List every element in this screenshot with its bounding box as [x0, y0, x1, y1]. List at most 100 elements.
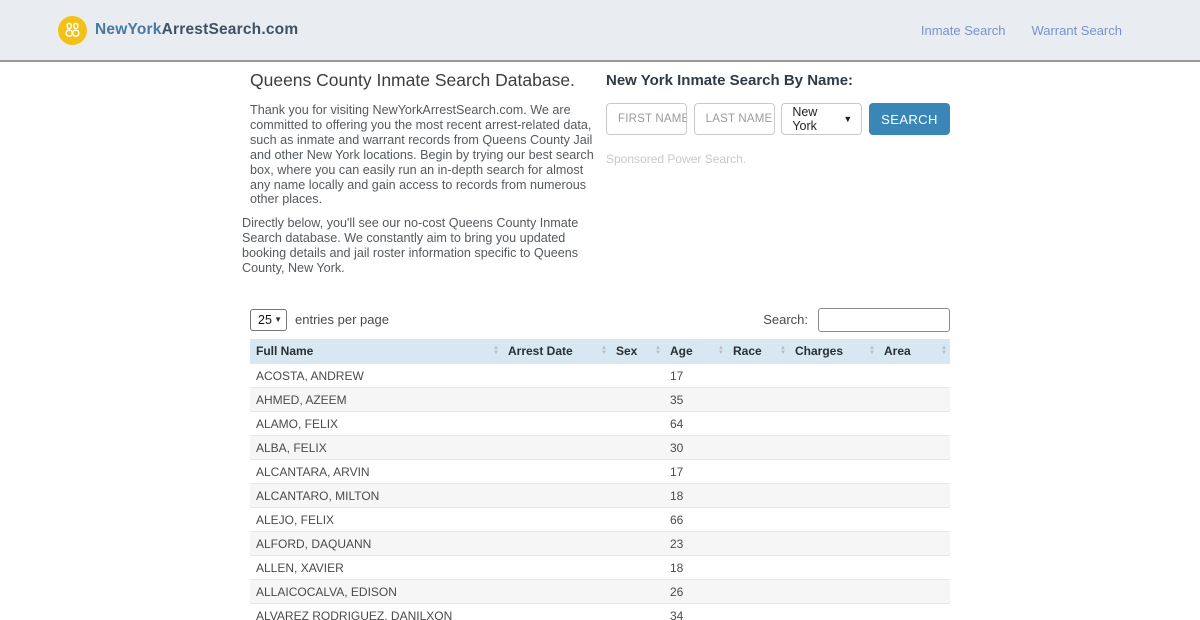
- cell-area: [878, 363, 950, 389]
- column-header-area[interactable]: Area ▲ ▼: [878, 338, 950, 364]
- intro-and-form-row: Queens County Inmate Search Database. Th…: [242, 66, 950, 285]
- cell-area: [878, 411, 950, 437]
- sort-icon[interactable]: ▲ ▼: [718, 345, 724, 356]
- column-header-label: Area: [884, 344, 911, 359]
- table-row[interactable]: ACOSTA, ANDREW 17: [250, 363, 950, 389]
- inmate-table-body: ACOSTA, ANDREW 17 AHMED, AZEEM 35 ALAMO, FEL…: [250, 363, 950, 620]
- brand-logo[interactable]: NewYorkArrestSearch.com: [58, 15, 299, 45]
- form-title: New York Inmate Search By Name:: [606, 72, 854, 89]
- search-button[interactable]: SEARCH: [868, 103, 950, 135]
- cell-charges: [789, 387, 878, 413]
- table-row[interactable]: AHMED, AZEEM 35: [250, 387, 950, 413]
- cell-race: [727, 555, 789, 581]
- table-row[interactable]: ALCANTARO, MILTON 18: [250, 483, 950, 509]
- cell-age: 17: [664, 363, 727, 389]
- cell-charges: [789, 555, 878, 581]
- cell-race: [727, 363, 789, 389]
- sort-icon[interactable]: ▲ ▼: [655, 345, 661, 356]
- column-header-age[interactable]: Age ▲ ▼: [664, 338, 727, 364]
- cell-charges: [789, 603, 878, 620]
- column-header-label: Age: [670, 344, 693, 359]
- cell-full-name: ALCANTARA, ARVIN: [250, 459, 502, 485]
- cell-age: 26: [664, 579, 727, 605]
- sort-icon[interactable]: ▲ ▼: [493, 345, 499, 356]
- inmate-table: Full Name ▲ ▼ Arrest Date ▲ ▼ Sex ▲ ▼ Age ▲ ▼ Race ▲ ▼…: [250, 338, 950, 620]
- table-row[interactable]: ALLEN, XAVIER 18: [250, 555, 950, 581]
- sort-icon[interactable]: ▲ ▼: [941, 345, 947, 356]
- cell-full-name: ALBA, FELIX: [250, 435, 502, 461]
- cell-race: [727, 435, 789, 461]
- cell-arrest-date: [502, 579, 610, 605]
- cell-full-name: ALVAREZ RODRIGUEZ, DANILXON: [250, 603, 502, 620]
- cell-race: [727, 579, 789, 605]
- cell-full-name: ALAMO, FELIX: [250, 411, 502, 437]
- brand-name: NewYorkArrestSearch.com: [95, 21, 299, 38]
- cell-area: [878, 507, 950, 533]
- cell-arrest-date: [502, 603, 610, 620]
- sponsored-note: Sponsored Power Search.: [606, 152, 747, 166]
- table-row[interactable]: ALVAREZ RODRIGUEZ, DANILXON 34: [250, 603, 950, 620]
- cell-arrest-date: [502, 555, 610, 581]
- cell-charges: [789, 459, 878, 485]
- state-select-value: New York: [792, 105, 818, 133]
- first-name-input[interactable]: [606, 103, 687, 135]
- cell-charges: [789, 435, 878, 461]
- cell-arrest-date: [502, 531, 610, 557]
- cell-age: 18: [664, 483, 727, 509]
- cell-arrest-date: [502, 387, 610, 413]
- column-header-arrest-date[interactable]: Arrest Date ▲ ▼: [502, 338, 610, 364]
- cell-charges: [789, 579, 878, 605]
- cell-charges: [789, 483, 878, 509]
- column-header-full-name[interactable]: Full Name ▲ ▼: [250, 338, 502, 364]
- cell-race: [727, 459, 789, 485]
- main-content: Queens County Inmate Search Database. Th…: [242, 66, 950, 620]
- name-search-form: New York ▼ SEARCH: [606, 103, 950, 135]
- cell-sex: [610, 411, 664, 437]
- state-select[interactable]: New York ▼: [781, 103, 863, 135]
- last-name-input[interactable]: [693, 103, 775, 135]
- cell-arrest-date: [502, 411, 610, 437]
- cell-age: 35: [664, 387, 727, 413]
- cell-race: [727, 411, 789, 437]
- cell-race: [727, 483, 789, 509]
- cell-age: 30: [664, 435, 727, 461]
- cell-sex: [610, 459, 664, 485]
- column-header-label: Sex: [616, 344, 638, 359]
- cell-charges: [789, 531, 878, 557]
- cell-area: [878, 459, 950, 485]
- sort-icon[interactable]: ▲ ▼: [869, 345, 875, 356]
- table-row[interactable]: ALBA, FELIX 30: [250, 435, 950, 461]
- site-header: NewYorkArrestSearch.com Inmate Search Wa…: [0, 0, 1200, 62]
- chevron-down-icon: ▼: [843, 114, 853, 124]
- cell-age: 18: [664, 555, 727, 581]
- sort-icon[interactable]: ▲ ▼: [601, 345, 607, 356]
- table-row[interactable]: ALCANTARA, ARVIN 17: [250, 459, 950, 485]
- cell-race: [727, 603, 789, 620]
- top-nav: Inmate Search Warrant Search: [921, 23, 1122, 38]
- column-header-race[interactable]: Race ▲ ▼: [727, 338, 789, 364]
- page-title: Queens County Inmate Search Database.: [250, 70, 575, 90]
- cell-age: 23: [664, 531, 727, 557]
- table-search-input[interactable]: [818, 307, 950, 332]
- table-row[interactable]: ALEJO, FELIX 66: [250, 507, 950, 533]
- table-row[interactable]: ALFORD, DAQUANN 23: [250, 531, 950, 557]
- nav-warrant-search[interactable]: Warrant Search: [1031, 23, 1122, 38]
- cell-age: 66: [664, 507, 727, 533]
- entries-per-page-label: entries per page: [295, 312, 389, 328]
- table-search-label: Search:: [763, 312, 808, 328]
- table-row[interactable]: ALAMO, FELIX 64: [250, 411, 950, 437]
- sort-icon[interactable]: ▲ ▼: [780, 345, 786, 356]
- cell-charges: [789, 507, 878, 533]
- cell-full-name: ALLEN, XAVIER: [250, 555, 502, 581]
- table-search-controls: Search:: [763, 307, 950, 332]
- cell-area: [878, 531, 950, 557]
- column-header-label: Full Name: [256, 344, 314, 359]
- intro-paragraph-2: Directly below, you'll see our no-cost Q…: [242, 216, 579, 276]
- nav-inmate-search[interactable]: Inmate Search: [921, 23, 1006, 38]
- page-size-select[interactable]: 25 ▼: [250, 308, 287, 331]
- column-header-sex[interactable]: Sex ▲ ▼: [610, 338, 664, 364]
- cell-full-name: ACOSTA, ANDREW: [250, 363, 502, 389]
- table-row[interactable]: ALLAICOCALVA, EDISON 26: [250, 579, 950, 605]
- column-header-charges[interactable]: Charges ▲ ▼: [789, 338, 878, 364]
- cell-area: [878, 555, 950, 581]
